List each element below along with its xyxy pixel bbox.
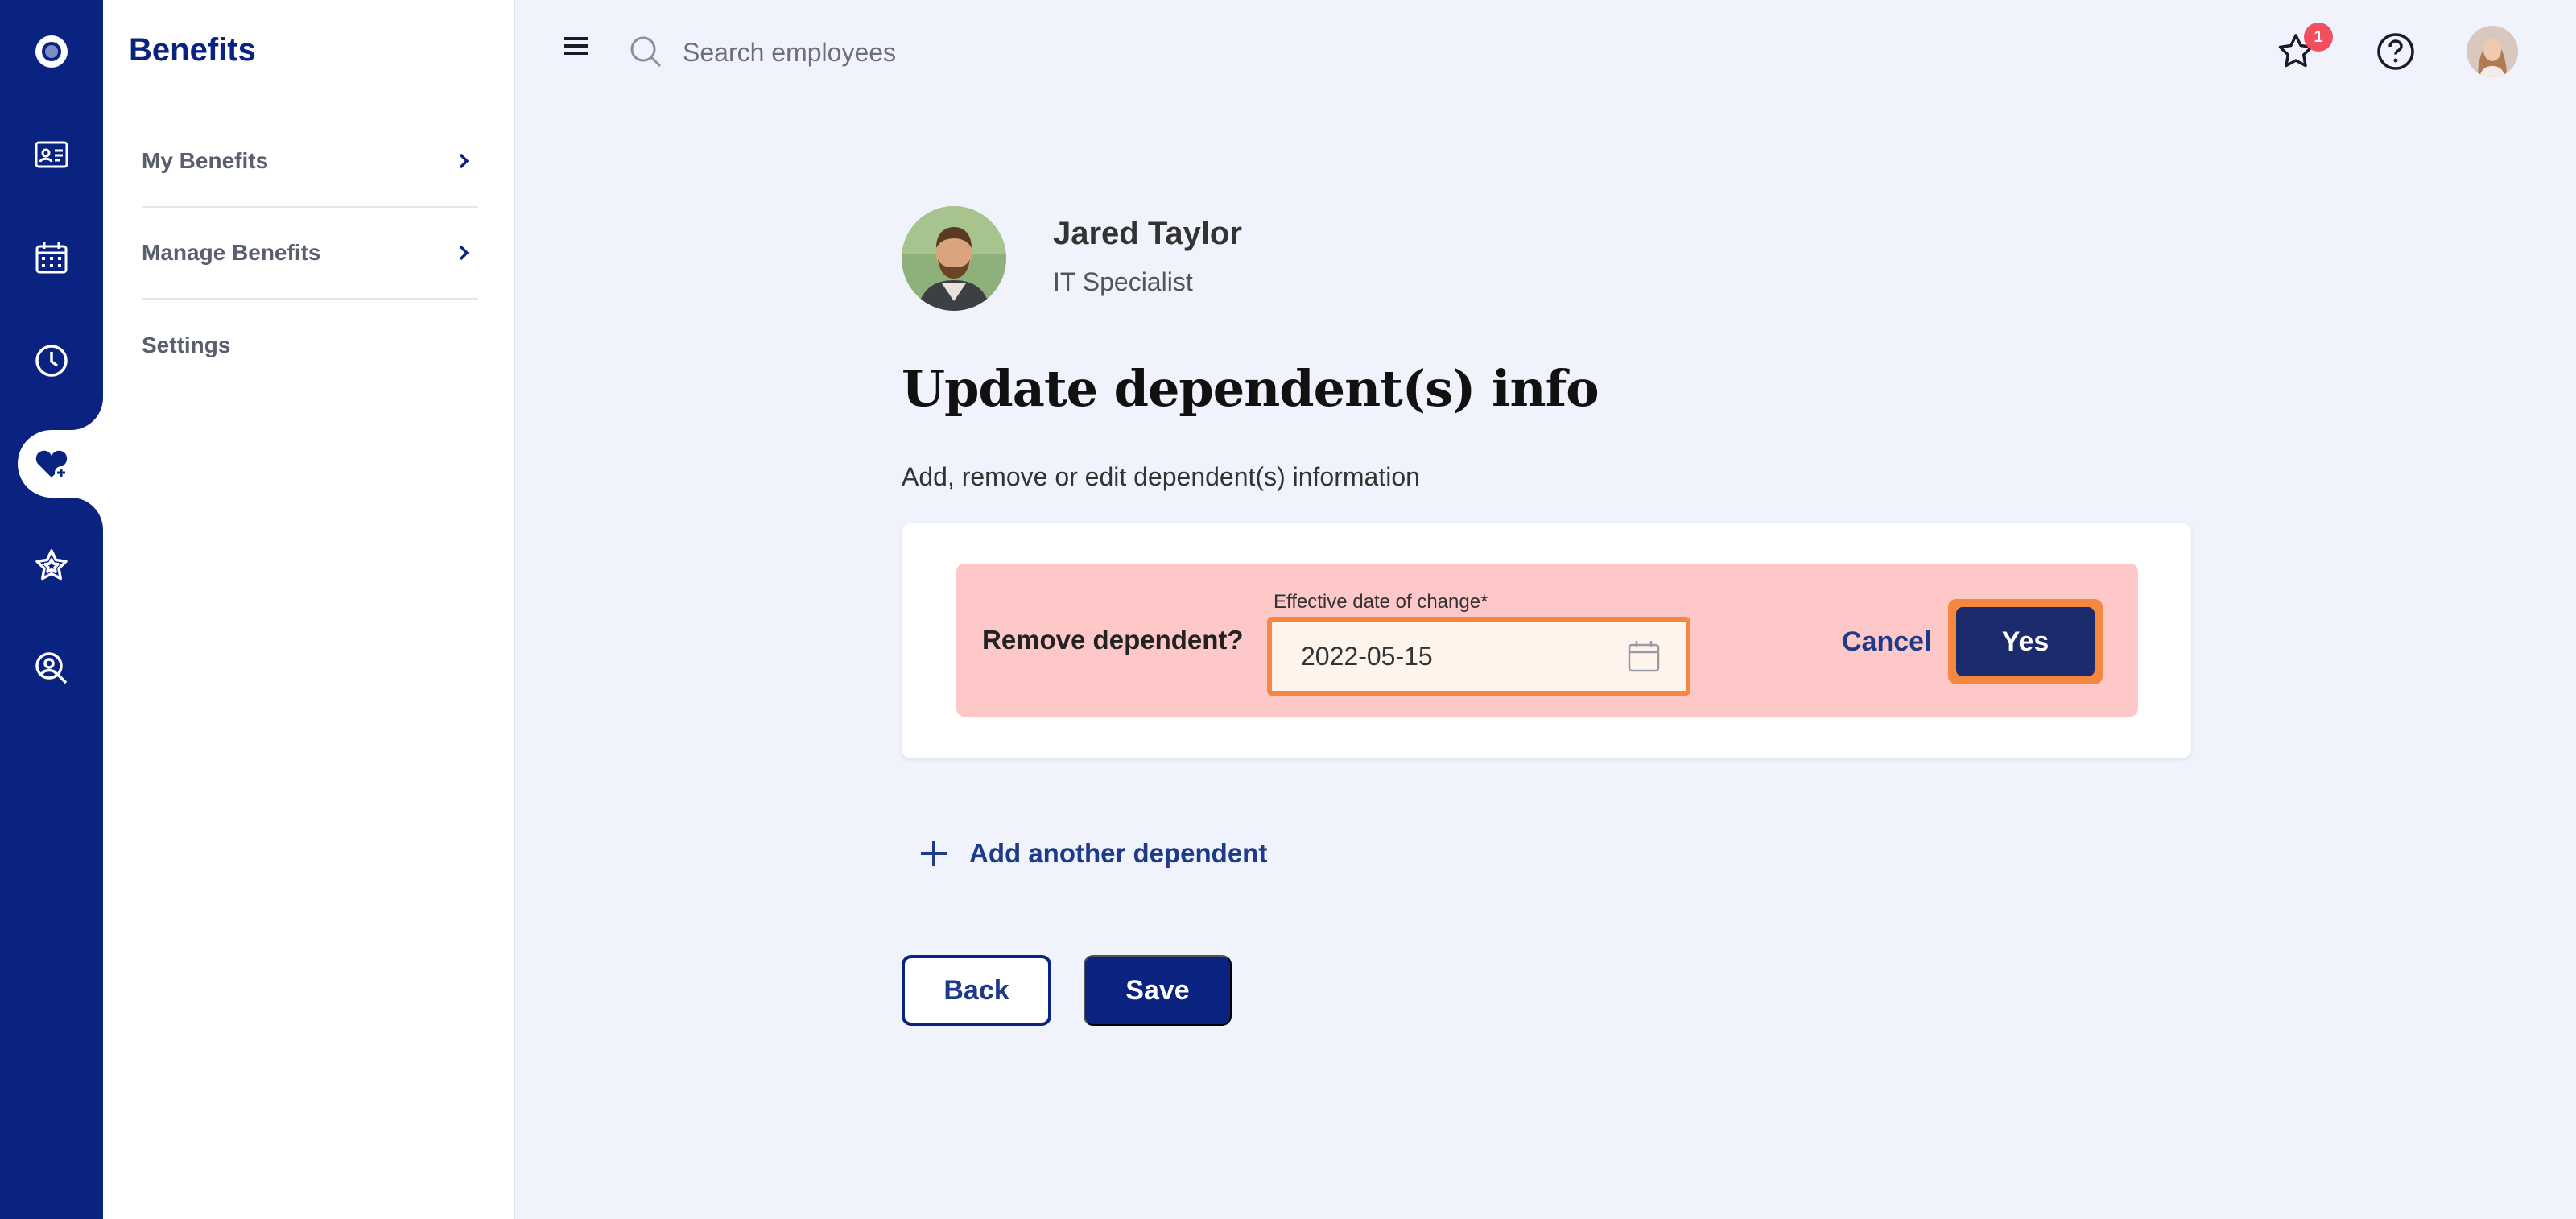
- chevron-right-icon: [459, 153, 469, 169]
- employee-name: Jared Taylor: [1053, 216, 1242, 251]
- icon-rail: [0, 0, 103, 1219]
- help-icon[interactable]: [2373, 29, 2418, 74]
- clock-icon[interactable]: [0, 329, 103, 393]
- cancel-remove-link[interactable]: Cancel: [1842, 626, 1932, 658]
- benefits-sidebar: Benefits My Benefits Manage Benefits Set…: [103, 0, 515, 1219]
- sidebar-item-settings[interactable]: Settings: [142, 300, 478, 391]
- sidebar-title: Benefits: [129, 32, 256, 68]
- notification-badge: 1: [2304, 23, 2333, 52]
- employee-role: IT Specialist: [1053, 267, 1193, 296]
- confirm-remove-button[interactable]: Yes: [1948, 599, 2103, 684]
- sidebar-item-label: My Benefits: [142, 148, 269, 173]
- remove-dependent-question: Remove dependent?: [982, 625, 1244, 655]
- search-icon: [630, 36, 662, 68]
- effective-date-field[interactable]: 2022-05-15: [1267, 617, 1690, 696]
- search-input[interactable]: [683, 31, 1166, 74]
- sidebar-item-label: Settings: [142, 333, 231, 357]
- page-title: Update dependent(s) info: [902, 359, 1600, 418]
- sidebar-item-manage-benefits[interactable]: Manage Benefits: [142, 208, 478, 300]
- save-button[interactable]: Save: [1084, 955, 1232, 1026]
- calendar-icon[interactable]: [1626, 638, 1662, 674]
- sidebar-item-my-benefits[interactable]: My Benefits: [142, 116, 478, 208]
- add-dependent-label: Add another dependent: [969, 838, 1268, 868]
- app-logo-icon[interactable]: [0, 19, 103, 84]
- confirm-remove-label: Yes: [1956, 607, 2095, 676]
- user-avatar[interactable]: [2467, 26, 2518, 77]
- calendar-icon[interactable]: [0, 225, 103, 290]
- page-subtitle: Add, remove or edit dependent(s) informa…: [902, 462, 1420, 491]
- id-card-icon[interactable]: [0, 122, 103, 187]
- add-dependent-button[interactable]: Add another dependent: [918, 837, 1267, 870]
- star-icon[interactable]: [0, 533, 103, 597]
- effective-date-value: 2022-05-15: [1301, 641, 1433, 671]
- rail-active-notch: [71, 398, 103, 430]
- menu-icon[interactable]: [562, 34, 589, 58]
- people-search-icon[interactable]: [0, 636, 103, 700]
- heart-benefits-icon[interactable]: [0, 432, 103, 496]
- plus-icon: [921, 841, 947, 866]
- back-button[interactable]: Back: [902, 955, 1051, 1026]
- chevron-right-icon: [459, 245, 469, 261]
- employee-avatar: [902, 206, 1006, 311]
- effective-date-label: Effective date of change*: [1274, 591, 1488, 613]
- rail-active-notch: [71, 498, 103, 530]
- sidebar-item-label: Manage Benefits: [142, 240, 321, 265]
